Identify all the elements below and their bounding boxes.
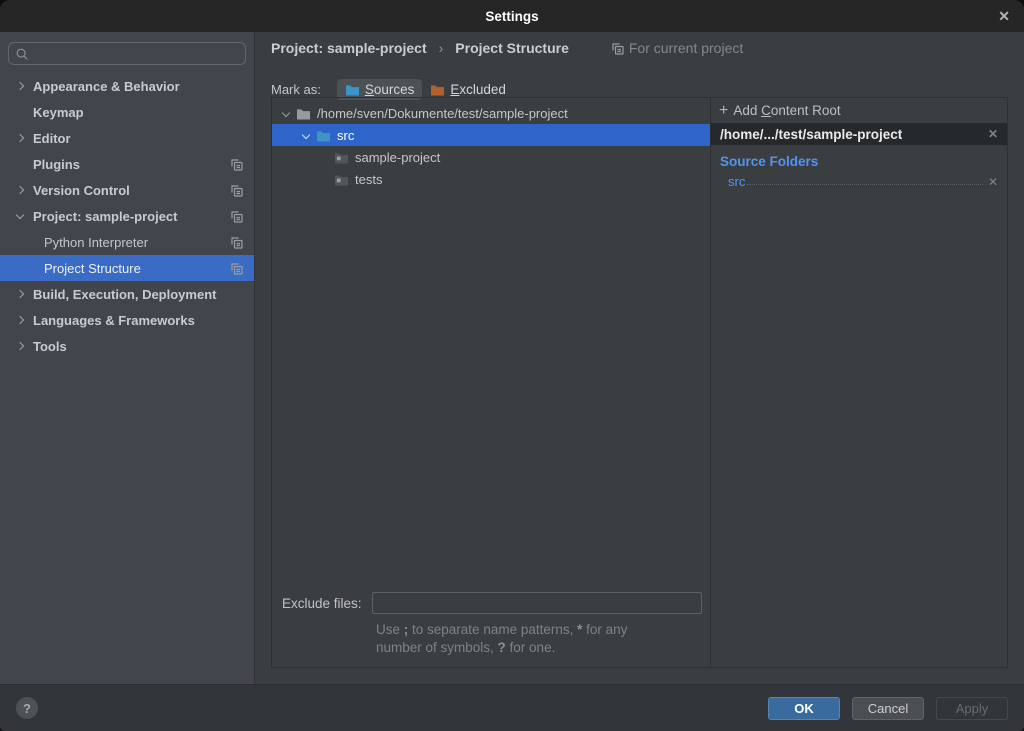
sidebar-item-label: Project: sample-project [33,209,178,224]
sidebar-item-build-execution-deployment[interactable]: Build, Execution, Deployment [0,281,254,307]
remove-icon[interactable]: ✕ [988,127,998,141]
chevron-right-icon [16,134,24,142]
ok-button[interactable]: OK [768,697,840,720]
sidebar-item-label: Tools [33,339,67,354]
tree-row-tests[interactable]: tests [272,168,710,190]
sidebar-item-project[interactable]: Project: sample-project [0,203,254,229]
content-root-path: /home/.../test/sample-project [720,127,902,142]
add-content-root-button[interactable]: + Add Content Root [711,98,1007,123]
chevron-down-icon [282,109,290,117]
dotted-leader [747,184,983,185]
tree-row-label: tests [355,172,382,187]
remove-icon[interactable]: ✕ [988,175,998,189]
settings-nav: Appearance & Behavior Keymap Editor Plug… [0,73,254,359]
sidebar-item-label: Keymap [33,105,84,120]
sidebar-item-label: Appearance & Behavior [33,79,180,94]
directory-tree: /home/sven/Dokumente/test/sample-project… [272,98,710,190]
per-project-icon [230,158,243,171]
per-project-icon [230,262,243,275]
dialog-footer: ? OK Cancel Apply [0,684,1024,731]
context-note-label: For current project [629,40,743,56]
sidebar-item-label: Version Control [33,183,130,198]
sidebar-item-label: Build, Execution, Deployment [33,287,216,302]
exclude-files-section: Exclude files: Use ; to separate name pa… [282,592,702,657]
content-root-row[interactable]: /home/.../test/sample-project ✕ [711,123,1007,145]
sidebar-item-editor[interactable]: Editor [0,125,254,151]
sidebar-item-keymap[interactable]: Keymap [0,99,254,125]
sidebar-item-python-interpreter[interactable]: Python Interpreter [0,229,254,255]
chevron-right-icon [16,316,24,324]
sidebar-item-label: Languages & Frameworks [33,313,195,328]
search-input[interactable] [29,46,239,61]
source-folder-name: src [728,174,745,189]
excluded-folder-icon [430,83,445,96]
chevron-right-icon [16,342,24,350]
search-box[interactable] [8,42,246,65]
chevron-right-icon [16,186,24,194]
sidebar-item-label: Editor [33,131,71,146]
breadcrumb-page: Project Structure [455,40,569,56]
chevron-down-icon [302,131,310,139]
titlebar: Settings ✕ [0,0,1024,32]
mark-as-label: Mark as: [271,82,321,97]
sidebar-item-project-structure[interactable]: Project Structure [0,255,254,281]
content-tree-pane: /home/sven/Dokumente/test/sample-project… [272,98,711,667]
footer-buttons: OK Cancel Apply [768,697,1008,720]
close-icon[interactable]: ✕ [998,0,1010,32]
settings-window: Settings ✕ Appearance & Behavior Keymap [0,0,1024,731]
per-project-icon [230,184,243,197]
sidebar-item-label: Python Interpreter [44,235,148,250]
context-note: For current project [611,40,743,56]
sidebar-item-label: Project Structure [44,261,141,276]
folder-icon [334,173,349,186]
structure-panel: /home/sven/Dokumente/test/sample-project… [271,97,1008,668]
per-project-icon [230,236,243,249]
help-button[interactable]: ? [16,697,38,719]
exclude-files-hint: Use ; to separate name patterns, * for a… [376,621,702,657]
plus-icon: + [719,103,728,119]
per-project-icon [230,210,243,223]
breadcrumb-project: Project: sample-project [271,40,427,56]
chevron-right-icon [16,82,24,90]
source-folder-icon [316,129,331,142]
content-roots-pane: + Add Content Root /home/.../test/sample… [711,98,1007,667]
settings-sidebar: Appearance & Behavior Keymap Editor Plug… [0,32,255,684]
sidebar-item-label: Plugins [33,157,80,172]
chevron-down-icon [16,210,24,218]
tree-row-src[interactable]: src [272,124,710,146]
cancel-button[interactable]: Cancel [852,697,924,720]
exclude-files-label: Exclude files: [282,596,362,611]
sources-folder-icon [345,83,360,96]
settings-content: Project: sample-project › Project Struct… [255,32,1024,684]
window-title: Settings [485,9,538,24]
exclude-files-input[interactable] [372,592,702,614]
tree-row-label: src [337,128,354,143]
sidebar-item-version-control[interactable]: Version Control [0,177,254,203]
chevron-right-icon [16,290,24,298]
apply-button[interactable]: Apply [936,697,1008,720]
sidebar-item-tools[interactable]: Tools [0,333,254,359]
tree-row-label: sample-project [355,150,440,165]
tree-row-content-root[interactable]: /home/sven/Dokumente/test/sample-project [272,102,710,124]
source-folder-row[interactable]: src ✕ [728,174,998,189]
sidebar-item-appearance-behavior[interactable]: Appearance & Behavior [0,73,254,99]
search-icon [15,47,29,61]
per-project-icon [611,42,624,55]
tree-row-sample-project[interactable]: sample-project [272,146,710,168]
sidebar-item-languages-frameworks[interactable]: Languages & Frameworks [0,307,254,333]
folder-icon [334,151,349,164]
breadcrumb-separator-icon: › [439,40,444,56]
tree-row-label: /home/sven/Dokumente/test/sample-project [317,106,568,121]
add-content-root-label: Add Content Root [733,103,840,118]
sidebar-item-plugins[interactable]: Plugins [0,151,254,177]
breadcrumb: Project: sample-project › Project Struct… [271,40,743,56]
source-folders-title: Source Folders [720,154,1007,169]
folder-icon [296,107,311,120]
